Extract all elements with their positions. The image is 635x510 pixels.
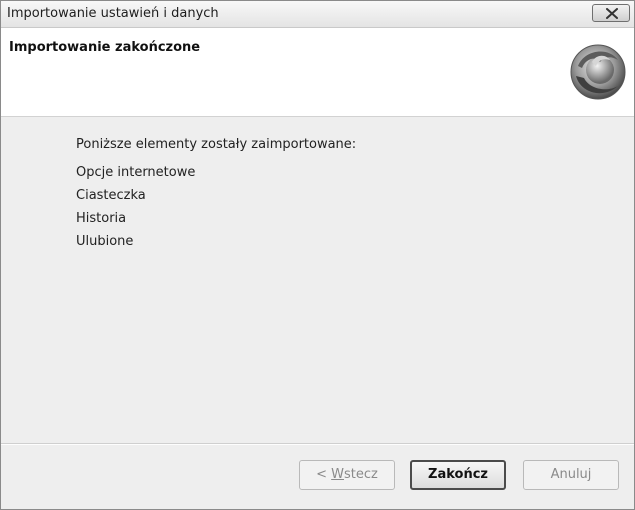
back-button-prefix: < bbox=[316, 467, 332, 482]
list-item: Ulubione bbox=[76, 234, 134, 249]
back-button-label: stecz bbox=[344, 467, 378, 482]
imported-items-list: Opcje internetowe Ciasteczka Historia Ul… bbox=[76, 161, 195, 253]
page-title: Importowanie zakończone bbox=[9, 40, 201, 55]
firefox-logo-icon bbox=[570, 44, 626, 100]
import-wizard-window: Importowanie ustawień i danych Importowa… bbox=[0, 0, 635, 510]
back-button-mnemonic: W bbox=[331, 467, 345, 482]
list-item: Historia bbox=[76, 211, 127, 226]
finish-button[interactable]: Zakończ bbox=[410, 460, 506, 490]
close-button[interactable] bbox=[592, 4, 630, 22]
close-icon bbox=[606, 8, 618, 19]
wizard-header: Importowanie zakończone bbox=[1, 28, 634, 117]
list-item: Opcje internetowe bbox=[76, 165, 196, 180]
imported-intro-text: Poniższe elementy zostały zaimportowane: bbox=[76, 137, 357, 152]
titlebar: Importowanie ustawień i danych bbox=[1, 1, 634, 28]
list-item: Ciasteczka bbox=[76, 188, 146, 203]
content-area: Poniższe elementy zostały zaimportowane:… bbox=[1, 117, 634, 443]
footer-separator bbox=[1, 443, 634, 445]
back-button[interactable]: < Wstecz bbox=[299, 460, 395, 490]
cancel-button[interactable]: Anuluj bbox=[523, 460, 619, 490]
window-title: Importowanie ustawień i danych bbox=[7, 6, 219, 21]
